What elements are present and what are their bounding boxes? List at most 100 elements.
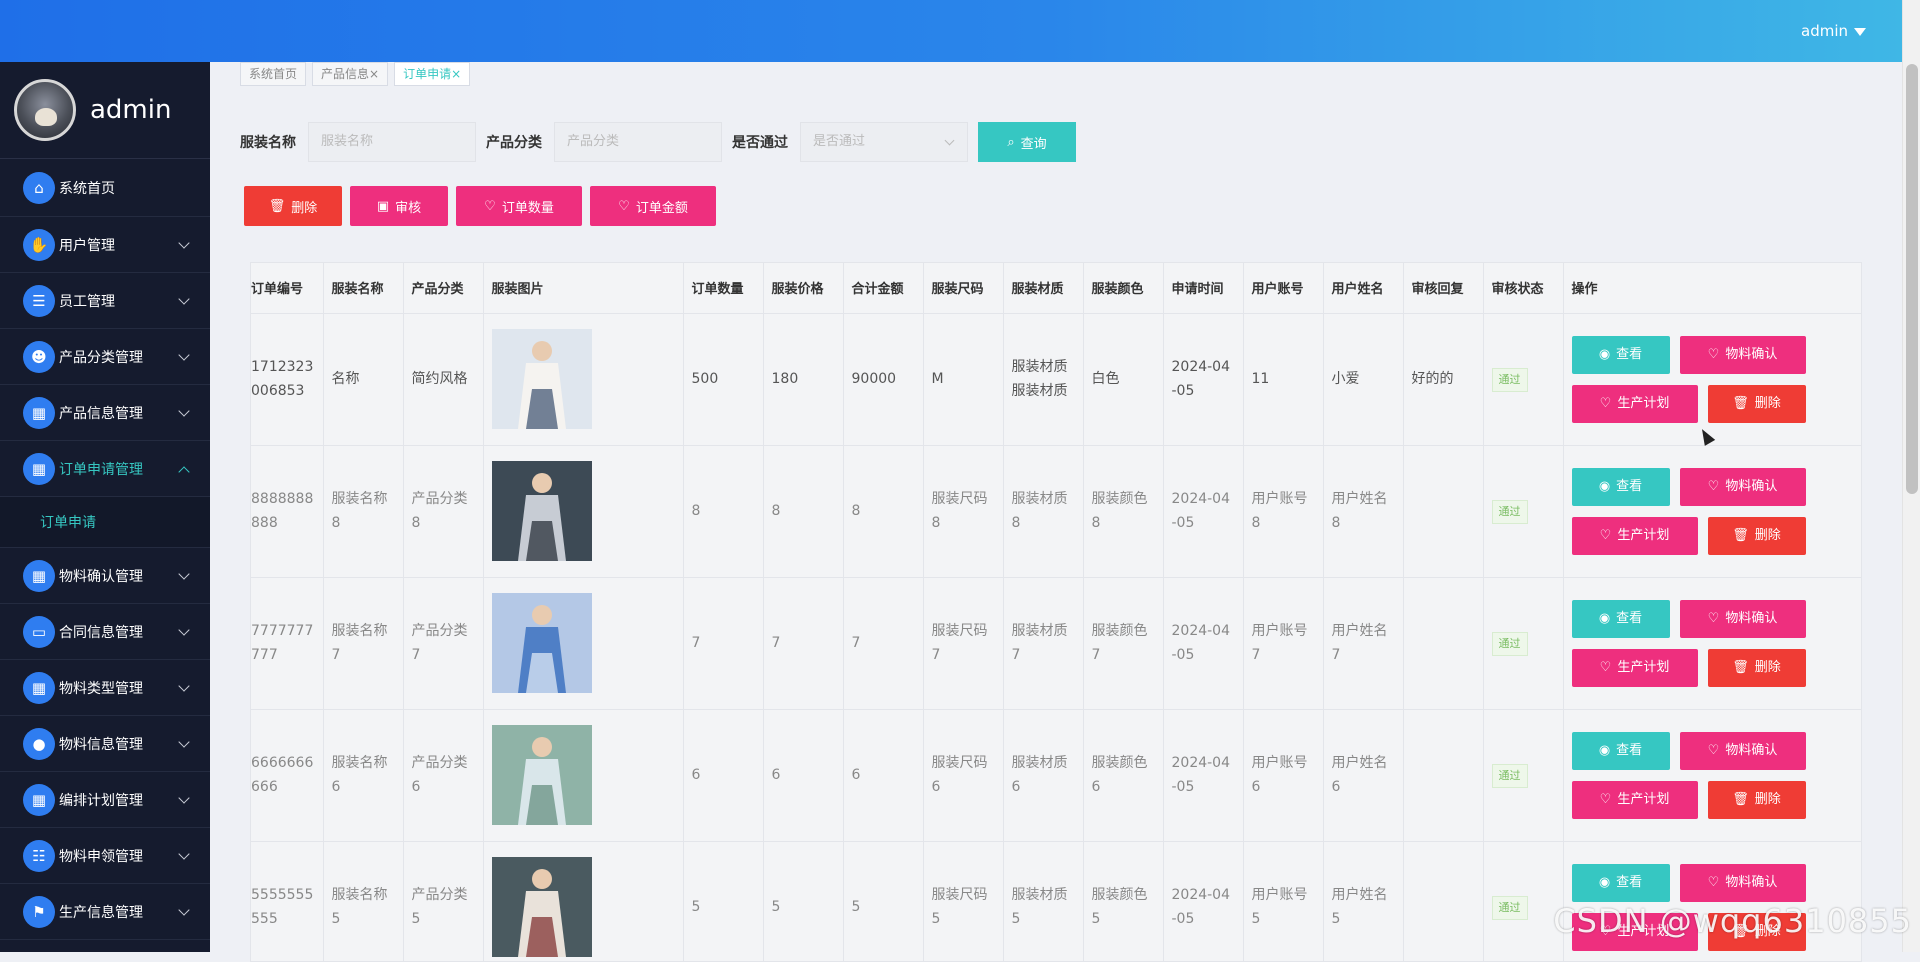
sidebar-item-12[interactable]: ⚑ 生产信息管理 — [0, 884, 210, 940]
sidebar-item-4[interactable]: ▦ 产品信息管理 — [0, 385, 210, 441]
cell-price: 6 — [763, 709, 844, 842]
sidebar-item-label: 系统首页 — [59, 180, 115, 197]
garment-image[interactable] — [491, 461, 592, 561]
cell-category: 简约风格 — [403, 313, 484, 446]
cell-price: 5 — [763, 841, 844, 961]
profile-name: admin — [90, 95, 172, 125]
order-amount-button[interactable]: ♡ 订单金额 — [590, 186, 716, 226]
heart-icon: ♡ — [1707, 478, 1720, 494]
production-plan-button[interactable]: ♡ 生产计划 — [1571, 780, 1698, 819]
cell-date: 2024-04-05 — [1163, 709, 1244, 842]
page-scrollbar[interactable] — [1902, 0, 1920, 952]
sidebar-item-2[interactable]: ☰ 员工管理 — [0, 273, 210, 329]
heart-icon: ♡ — [1707, 346, 1720, 362]
row-delete-button-label: 删除 — [1754, 527, 1781, 543]
sidebar-item-0[interactable]: ⌂ 系统首页 — [0, 159, 210, 217]
top-header: admin — [0, 0, 1902, 62]
material-confirm-button[interactable]: ♡ 物料确认 — [1679, 863, 1806, 902]
sidebar-item-1[interactable]: ✋ 用户管理 — [0, 217, 210, 273]
material-confirm-button[interactable]: ♡ 物料确认 — [1679, 467, 1806, 506]
view-button[interactable]: ◉ 查看 — [1571, 467, 1670, 506]
name-input[interactable]: 服装名称 — [308, 122, 476, 162]
garment-image[interactable] — [491, 725, 592, 825]
search-bar: 服装名称 服装名称 产品分类 产品分类 是否通过 是否通过 ⌕ 查询 — [240, 122, 1076, 162]
cell-price: 180 — [763, 313, 844, 446]
tab-product-info[interactable]: 产品信息× — [312, 62, 389, 86]
heart-icon: ♡ — [618, 198, 630, 214]
delete-button[interactable]: 🗑 删除 — [244, 186, 342, 226]
row-delete-button[interactable]: 🗑 删除 — [1707, 516, 1806, 555]
cell-color: 服装颜色7 — [1083, 577, 1164, 710]
grid-icon: ▦ — [23, 559, 55, 592]
production-plan-button[interactable]: ♡ 生产计划 — [1571, 384, 1698, 423]
column-header: 服装价格 — [763, 263, 844, 314]
sidebar-item-label: 员工管理 — [59, 293, 115, 310]
chevron-up-icon — [178, 466, 190, 478]
tag-tabs: 系统首页 产品信息× 订单申请× — [210, 62, 471, 88]
cell-reply — [1403, 445, 1484, 578]
user-menu[interactable]: admin — [1801, 22, 1866, 40]
material-confirm-button[interactable]: ♡ 物料确认 — [1679, 731, 1806, 770]
cell-account: 用户账号7 — [1243, 577, 1324, 710]
column-header: 产品分类 — [403, 263, 484, 314]
row-delete-button[interactable]: 🗑 删除 — [1707, 384, 1806, 423]
sidebar-item-9[interactable]: ● 物料信息管理 — [0, 716, 210, 772]
cell-material: 服装材质8 — [1003, 445, 1084, 578]
column-header: 审核回复 — [1403, 263, 1484, 314]
sidebar-item-10[interactable]: ▦ 编排计划管理 — [0, 772, 210, 828]
material-confirm-button-label: 物料确认 — [1725, 874, 1778, 890]
production-plan-button[interactable]: ♡ 生产计划 — [1571, 516, 1698, 555]
view-button[interactable]: ◉ 查看 — [1571, 731, 1670, 770]
row-delete-button[interactable]: 🗑 删除 — [1707, 780, 1806, 819]
actions-cell: ◉ 查看 ♡ 物料确认 ♡ 生产计划 🗑 删除 — [1563, 577, 1861, 710]
row-delete-button[interactable]: 🗑 删除 — [1707, 648, 1806, 687]
orders-table: 订单编号 服装名称 产品分类 服装图片 订单数量 服装价格 合计金额 服装尺码 服装材质 服装颜色… — [250, 262, 1862, 962]
status-badge: 通过 — [1491, 895, 1528, 920]
garment-image-cell — [483, 577, 684, 710]
trash-icon: 🗑 — [1732, 527, 1749, 543]
review-button[interactable]: ▣ 审核 — [350, 186, 448, 226]
actions-cell: ◉ 查看 ♡ 物料确认 ♡ 生产计划 🗑 删除 — [1563, 313, 1861, 446]
material-confirm-button[interactable]: ♡ 物料确认 — [1679, 335, 1806, 374]
column-header: 服装尺码 — [923, 263, 1004, 314]
view-button[interactable]: ◉ 查看 — [1571, 863, 1670, 902]
row-actions: ◉ 查看 ♡ 物料确认 ♡ 生产计划 🗑 删除 — [1571, 467, 1822, 555]
garment-image[interactable] — [491, 329, 592, 429]
submenu-order-apply[interactable]: 订单申请 — [0, 497, 210, 548]
heart-icon: ♡ — [1707, 610, 1720, 626]
tab-order-apply[interactable]: 订单申请× — [394, 62, 471, 86]
production-plan-button[interactable]: ♡ 生产计划 — [1571, 648, 1698, 687]
cell-qty: 500 — [683, 313, 764, 446]
order-count-button[interactable]: ♡ 订单数量 — [456, 186, 582, 226]
cell-category: 产品分类7 — [403, 577, 484, 710]
sidebar-item-label: 物料申领管理 — [59, 848, 143, 865]
cell-total: 90000 — [843, 313, 924, 446]
view-button[interactable]: ◉ 查看 — [1571, 335, 1670, 374]
grid-icon: ▦ — [23, 671, 55, 704]
query-button[interactable]: ⌕ 查询 — [978, 122, 1076, 162]
pass-select[interactable]: 是否通过 — [800, 122, 968, 162]
garment-image-cell — [483, 709, 684, 842]
category-input[interactable]: 产品分类 — [554, 122, 722, 162]
scrollbar-thumb[interactable] — [1906, 64, 1918, 494]
sidebar-item-6[interactable]: ▦ 物料确认管理 — [0, 548, 210, 604]
row-actions: ◉ 查看 ♡ 物料确认 ♡ 生产计划 🗑 删除 — [1571, 599, 1822, 687]
sidebar-item-7[interactable]: ▭ 合同信息管理 — [0, 604, 210, 660]
garment-image[interactable] — [491, 857, 592, 957]
garment-image[interactable] — [491, 593, 592, 693]
chevron-down-icon — [178, 848, 190, 860]
tab-home[interactable]: 系统首页 — [240, 62, 307, 86]
grid-icon: ▦ — [23, 396, 55, 429]
heart-icon: ♡ — [1599, 659, 1612, 675]
sidebar-item-3[interactable]: ☻ 产品分类管理 — [0, 329, 210, 385]
material-confirm-button[interactable]: ♡ 物料确认 — [1679, 599, 1806, 638]
sidebar-item-5[interactable]: ▦ 订单申请管理 — [0, 441, 210, 497]
cell-size: 服装尺码7 — [923, 577, 1004, 710]
status-cell: 通过 — [1483, 313, 1564, 446]
garment-image-cell — [483, 841, 684, 961]
sidebar-item-8[interactable]: ▦ 物料类型管理 — [0, 660, 210, 716]
sidebar-item-11[interactable]: ☷ 物料申领管理 — [0, 828, 210, 884]
row-delete-button-label: 删除 — [1754, 659, 1781, 675]
view-button[interactable]: ◉ 查看 — [1571, 599, 1670, 638]
cell-reply — [1403, 709, 1484, 842]
